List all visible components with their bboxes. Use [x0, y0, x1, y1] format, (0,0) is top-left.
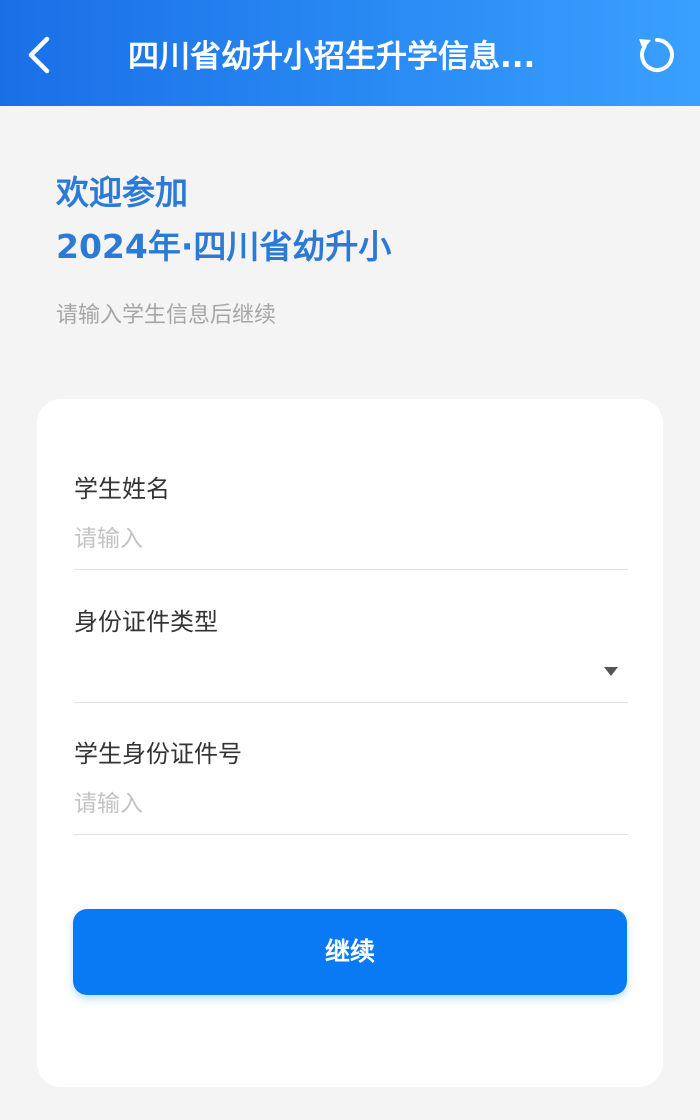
- welcome-line-1: 欢迎参加: [56, 173, 188, 212]
- student-name-field: 学生姓名: [74, 469, 628, 570]
- instruction-text: 请输入学生信息后继续: [56, 303, 277, 328]
- id-number-label: 学生身份证件号: [74, 740, 242, 768]
- refresh-icon: [639, 38, 674, 72]
- welcome-line-2: 2024年·四川省幼升小: [56, 227, 392, 266]
- id-type-select[interactable]: [74, 654, 574, 690]
- page-title: 四川省幼升小招生升学信息...: [128, 39, 536, 75]
- student-name-input[interactable]: [74, 521, 574, 557]
- form-card: 学生姓名 身份证件类型 学生身份证件号 继续: [37, 399, 663, 1087]
- continue-button[interactable]: 继续: [73, 909, 627, 995]
- id-type-field[interactable]: 身份证件类型: [74, 602, 628, 703]
- chevron-left-icon: [28, 36, 50, 74]
- student-name-label: 学生姓名: [74, 475, 170, 503]
- id-number-field: 学生身份证件号: [74, 734, 628, 835]
- top-nav-bar: 四川省幼升小招生升学信息...: [0, 0, 700, 106]
- id-number-input[interactable]: [74, 786, 574, 822]
- dropdown-arrow-icon: [604, 667, 618, 676]
- id-type-label: 身份证件类型: [74, 608, 218, 636]
- back-button[interactable]: [20, 33, 60, 77]
- refresh-button[interactable]: [636, 34, 678, 76]
- welcome-heading: 欢迎参加 2024年·四川省幼升小: [56, 166, 391, 274]
